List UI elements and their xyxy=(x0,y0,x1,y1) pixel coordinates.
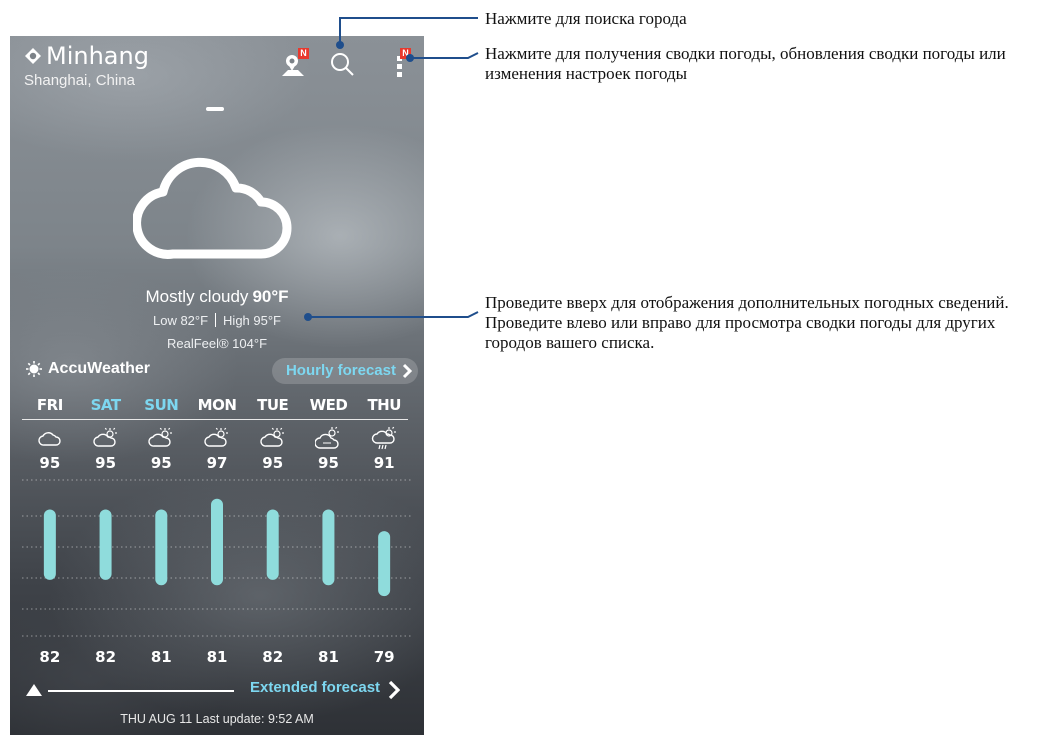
high-temp-value: 95 xyxy=(318,454,339,472)
hourly-forecast-button[interactable]: Hourly forecast xyxy=(271,358,418,384)
low-temp-value: 81 xyxy=(318,648,339,666)
divider xyxy=(48,690,234,692)
partly-sunny-icon xyxy=(133,426,189,452)
realfeel-temperature: RealFeel® 104°F xyxy=(166,336,268,351)
low-temp-value: 82 xyxy=(39,648,61,666)
location-name: Minhang xyxy=(46,42,149,70)
high-temp-value: 95 xyxy=(262,454,284,472)
temp-range-bar-sun xyxy=(155,509,168,586)
new-badge: N xyxy=(298,48,309,59)
sun-logo-icon xyxy=(26,361,42,377)
search-icon xyxy=(331,53,354,76)
divider xyxy=(215,313,217,327)
forecast-icons-row xyxy=(22,426,412,452)
temperature-range-chart[interactable] xyxy=(22,476,412,641)
annotation-swipe-up: Проведите вверх для отображения дополнит… xyxy=(485,293,1009,312)
low-temp-value: 82 xyxy=(95,648,117,666)
current-temperature: 90°F xyxy=(252,287,289,306)
forecast-day-thu[interactable]: THU xyxy=(356,396,412,418)
low-temperature: Low 82°F xyxy=(152,313,209,328)
weather-app-screen[interactable]: Minhang Shanghai, China N N Mostly cloud… xyxy=(10,36,424,735)
temp-range-bar-tue xyxy=(266,509,279,580)
page-indicator xyxy=(206,107,224,111)
high-temperature: High 95°F xyxy=(223,313,281,328)
low-temp-value: 79 xyxy=(373,648,395,666)
partly-sunny-icon xyxy=(245,426,301,452)
chevron-right-icon xyxy=(402,363,412,379)
forecast-highs-row: 95 95 95 97 95 95 91 xyxy=(22,454,412,472)
hourly-forecast-label: Hourly forecast xyxy=(285,362,396,379)
forecast-day-wed[interactable]: WED xyxy=(301,396,357,418)
high-temp-value: 95 xyxy=(150,454,172,472)
new-badge: N xyxy=(400,48,411,59)
annotation-menu: Нажмите для получения сводки погоды, обн… xyxy=(485,44,1006,83)
high-temp-value: 91 xyxy=(373,454,395,472)
forecast-day-fri[interactable]: FRI xyxy=(22,396,78,418)
forecast-day-tue[interactable]: TUE xyxy=(245,396,301,418)
forecast-header: AccuWeather Hourly forecast xyxy=(10,358,424,386)
divider xyxy=(22,419,408,420)
forecast-day-sun[interactable]: SUN xyxy=(133,396,189,418)
cloud-icon xyxy=(22,426,78,452)
temp-range-bar-mon xyxy=(211,498,223,586)
high-temp-value: 97 xyxy=(206,454,228,472)
location-title[interactable]: Minhang xyxy=(24,42,149,70)
accuweather-logo[interactable]: AccuWeather xyxy=(26,360,150,378)
temp-range-bar-wed xyxy=(322,509,335,586)
cloud-icon xyxy=(133,157,292,259)
low-temp-value: 82 xyxy=(262,648,284,666)
current-condition: Mostly cloudy 90°F xyxy=(10,287,424,307)
condition-text: Mostly cloudy xyxy=(145,287,249,306)
high-low-line: Low 82°F High 95°F xyxy=(10,313,424,328)
extended-forecast-link[interactable]: Extended forecast xyxy=(250,679,380,696)
location-region: Shanghai, China xyxy=(24,72,135,89)
forecast-day-sat[interactable]: SAT xyxy=(78,396,134,418)
mostly-cloudy-sun-icon xyxy=(301,426,357,452)
annotation-search: Нажмите для поиска города xyxy=(485,9,687,28)
location-pin-icon xyxy=(25,48,41,64)
expand-up-icon[interactable] xyxy=(26,684,42,696)
temp-range-bar-fri xyxy=(43,509,56,580)
temp-range-bar-thu xyxy=(378,531,391,597)
annotation-swipe: Проведите вверх для отображения дополнит… xyxy=(485,293,1050,353)
high-temp-value: 95 xyxy=(95,454,117,472)
high-temp-value: 95 xyxy=(39,454,61,472)
temp-range-bar-sat xyxy=(99,509,112,580)
forecast-day-mon[interactable]: MON xyxy=(189,396,245,418)
menu-button[interactable]: N xyxy=(390,48,411,80)
annotation-swipe-side: Проведите влево или вправо для просмотра… xyxy=(485,313,996,352)
forecast-days-row: FRI SAT SUN MON TUE WED THU xyxy=(22,396,412,418)
chevron-right-icon[interactable] xyxy=(388,680,400,700)
extended-forecast-bar: Extended forecast xyxy=(10,678,424,706)
thunderstorm-sun-icon xyxy=(356,426,412,452)
partly-sunny-icon xyxy=(78,426,134,452)
last-update-text: THU AUG 11 Last update: 9:52 AM xyxy=(120,712,314,726)
forecast-lows-row: 82 82 81 81 82 81 79 xyxy=(22,648,412,666)
partly-sunny-icon xyxy=(189,426,245,452)
provider-name: AccuWeather xyxy=(48,360,150,377)
search-city-button[interactable] xyxy=(328,50,356,78)
low-temp-value: 81 xyxy=(150,648,172,666)
low-temp-value: 81 xyxy=(206,648,228,666)
city-map-button[interactable]: N xyxy=(278,48,309,80)
